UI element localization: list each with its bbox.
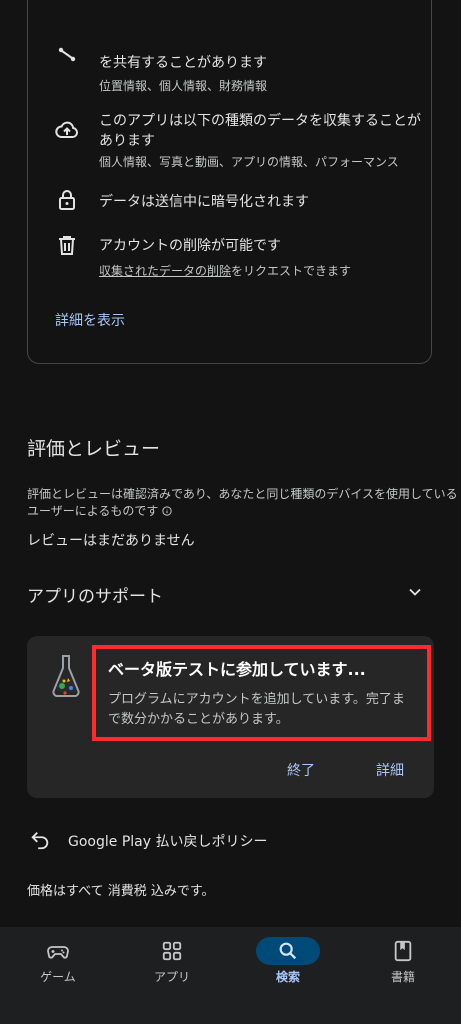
tax-note: 価格はすべて 消費税 込みです。 [27, 884, 215, 899]
deletion-text: アカウントの削除が可能です [99, 238, 281, 254]
highlight-box [92, 645, 431, 741]
share-icon [58, 47, 76, 62]
search-icon [279, 942, 297, 960]
data-deletion-link[interactable]: 収集されたデータの削除 [99, 264, 231, 278]
see-details-link[interactable]: 詳細を表示 [55, 310, 125, 330]
collection-text-1: このアプリは以下の種類のデータを収集することが [99, 113, 421, 129]
nav-books-label: 書籍 [390, 970, 415, 984]
trash-icon [59, 236, 75, 255]
sharing-text: を共有することがあります [99, 55, 267, 71]
collection-types: 個人情報、写真と動画、アプリの情報、パフォーマンス [99, 155, 399, 169]
details-button[interactable]: 詳細 [376, 760, 404, 780]
book-icon [394, 940, 412, 962]
deletion-request-line: 収集されたデータの削除をリクエストできます [99, 262, 351, 280]
ratings-description-1: 評価とレビューは確認済みであり、あなたと同じ種類のデバイスを使用している [27, 487, 458, 501]
nav-games-label: ゲーム [40, 970, 76, 984]
ratings-description-2: ユーザーによるものです [27, 503, 172, 520]
no-reviews-text: レビューはまだありません [27, 533, 195, 549]
undo-arrow-icon [31, 832, 49, 850]
nav-apps-label: アプリ [153, 970, 190, 984]
encryption-text: データは送信中に暗号化されます [99, 194, 309, 210]
ratings-title: 評価とレビュー [27, 438, 161, 460]
cloud-upload-icon [55, 121, 79, 139]
gamepad-icon [47, 946, 69, 959]
apps-grid-icon [162, 941, 182, 961]
bottom-navigation: ゲーム アプリ 検索 書籍 [0, 927, 461, 1024]
chevron-down-icon[interactable] [405, 582, 425, 602]
collection-text-2: あります [99, 133, 155, 149]
refund-policy-link[interactable]: Google Play 払い戻しポリシー [68, 831, 267, 851]
end-button[interactable]: 終了 [287, 760, 315, 780]
sharing-types: 位置情報、個人情報、財務情報 [99, 79, 268, 93]
ratings-description-2-text: ユーザーによるものです [27, 504, 159, 518]
lock-icon [59, 190, 75, 210]
deletion-request-suffix: をリクエストできます [231, 264, 352, 278]
beta-flask-icon [52, 655, 80, 698]
app-support-title[interactable]: アプリのサポート [27, 582, 163, 607]
info-icon[interactable] [162, 506, 172, 516]
nav-search-label: 検索 [275, 970, 300, 984]
